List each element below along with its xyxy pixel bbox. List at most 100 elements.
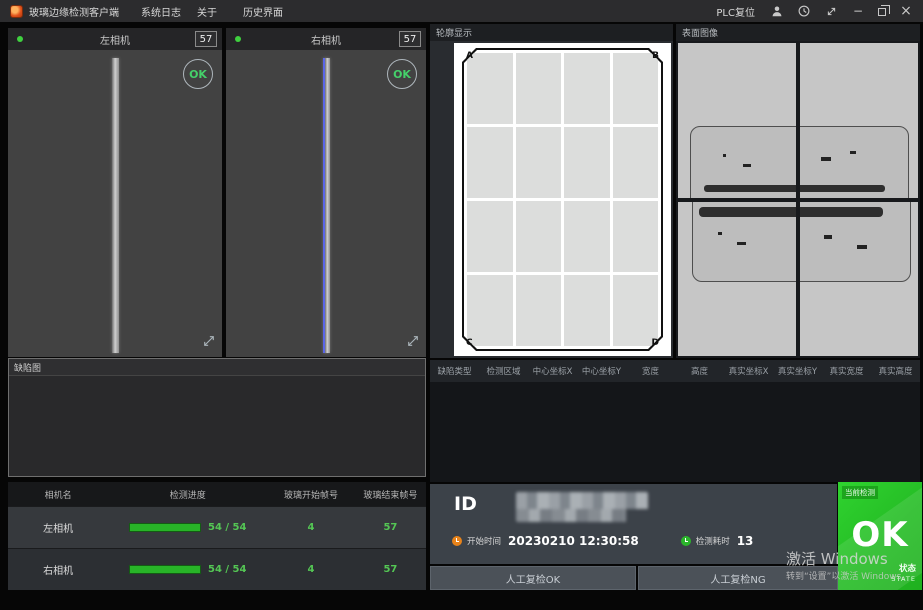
surface-image-bottom-left[interactable] xyxy=(678,202,796,357)
left-camera-header: 左相机 57 xyxy=(8,28,222,50)
col-center-y: 中心坐标Y xyxy=(577,365,626,377)
col-real-y: 真实坐标Y xyxy=(773,365,822,377)
component-band xyxy=(800,185,885,192)
badge-label: 当前检测 xyxy=(842,486,878,499)
table-row[interactable]: 左相机 54 / 54 4 57 xyxy=(8,507,426,548)
col-height: 高度 xyxy=(675,365,724,377)
glass-edge-strip xyxy=(323,58,330,353)
corner-label-b: B xyxy=(652,51,659,61)
left-camera-result-badge: OK xyxy=(183,59,213,89)
restore-button[interactable] xyxy=(878,8,886,16)
right-camera-result-badge: OK xyxy=(387,59,417,89)
camera-status-dot xyxy=(235,36,241,42)
table-row[interactable]: 右相机 54 / 54 4 57 xyxy=(8,549,426,590)
main-window: 玻璃边缘检测客户端 系统日志 关于 历史界面 PLC复位 − × 左相机 57 xyxy=(0,0,923,610)
surface-image-top-left[interactable] xyxy=(678,43,796,198)
contour-panel-title: 轮廓显示 xyxy=(430,24,673,41)
surface-images xyxy=(676,41,920,358)
start-frame-cell: 4 xyxy=(267,564,355,575)
component-mark xyxy=(723,154,726,157)
surface-image-bottom-right[interactable] xyxy=(800,202,918,357)
col-center-x: 中心坐标X xyxy=(528,365,577,377)
component-mark xyxy=(737,242,746,245)
minimize-button[interactable]: − xyxy=(851,4,865,18)
start-time-value: 20230210 12:30:58 xyxy=(508,534,639,548)
col-real-height: 真实高度 xyxy=(871,365,920,377)
surface-panel-title: 表面图像 xyxy=(676,24,920,41)
start-time-clock-icon xyxy=(452,536,462,546)
col-start-frame: 玻璃开始帧号 xyxy=(267,488,355,501)
defect-image-panel: 缺陷图 xyxy=(8,358,426,477)
left-camera-image[interactable]: OK xyxy=(8,50,222,357)
right-camera-panel: 右相机 57 OK xyxy=(226,28,426,357)
end-frame-cell: 57 xyxy=(355,564,426,575)
component-mark xyxy=(850,151,856,154)
resize-icon[interactable] xyxy=(824,4,838,18)
progress-bar xyxy=(129,523,201,532)
progress-text: 54 / 54 xyxy=(208,522,246,533)
windows-watermark-line1: 激活 Windows xyxy=(786,548,888,569)
component-band xyxy=(800,207,883,217)
right-camera-name: 右相机 xyxy=(226,32,426,47)
col-camera-name: 相机名 xyxy=(8,488,108,501)
plc-reset-button[interactable]: PLC复位 xyxy=(716,4,755,19)
expand-icon[interactable] xyxy=(203,332,215,351)
defect-image-title: 缺陷图 xyxy=(9,359,425,376)
left-camera-name: 左相机 xyxy=(8,32,222,47)
corner-label-c: C xyxy=(466,338,473,348)
progress-table: 相机名 检测进度 玻璃开始帧号 玻璃结束帧号 左相机 54 / 54 4 57 … xyxy=(8,482,426,590)
surface-panel: 表面图像 xyxy=(676,24,920,358)
left-camera-frame-count: 57 xyxy=(195,31,217,47)
contour-panel: 轮廓显示 A B C D xyxy=(430,24,673,358)
glass-edge-strip xyxy=(112,58,119,353)
component-mark xyxy=(743,164,751,167)
right-camera-frame-count: 57 xyxy=(399,31,421,47)
camera-name-cell: 右相机 xyxy=(8,562,108,577)
manual-recheck-ok-button[interactable]: 人工复检OK xyxy=(430,566,636,590)
user-icon[interactable] xyxy=(770,4,784,18)
start-frame-cell: 4 xyxy=(267,522,355,533)
col-end-frame: 玻璃结束帧号 xyxy=(355,488,426,501)
camera-status-dot xyxy=(17,36,23,42)
surface-image-top-right[interactable] xyxy=(800,43,918,198)
corner-label-d: D xyxy=(652,338,659,348)
menu-system-log[interactable]: 系统日志 xyxy=(141,4,181,19)
corner-label-a: A xyxy=(466,51,473,61)
right-camera-header: 右相机 57 xyxy=(226,28,426,50)
contour-canvas: A B C D xyxy=(454,43,671,356)
start-time-label: 开始时间 xyxy=(467,535,501,547)
right-camera-image[interactable]: OK xyxy=(226,50,426,357)
contour-display[interactable]: A B C D xyxy=(430,41,673,358)
component-band xyxy=(704,185,796,192)
windows-watermark-line2: 转到“设置”以激活 Windows。 xyxy=(786,569,910,582)
close-button[interactable]: × xyxy=(899,3,913,19)
clock-icon[interactable] xyxy=(797,4,811,18)
progress-text: 54 / 54 xyxy=(208,564,246,575)
left-camera-panel: 左相机 57 OK xyxy=(8,28,222,357)
defect-table-header: 缺陷类型 检测区域 中心坐标X 中心坐标Y 宽度 高度 真实坐标X 真实坐标Y … xyxy=(430,360,920,382)
defect-table: 缺陷类型 检测区域 中心坐标X 中心坐标Y 宽度 高度 真实坐标X 真实坐标Y … xyxy=(430,360,920,482)
camera-name-cell: 左相机 xyxy=(8,520,108,535)
titlebar: 玻璃边缘检测客户端 系统日志 关于 历史界面 PLC复位 − × xyxy=(0,0,923,22)
component-mark xyxy=(857,245,867,249)
glass-grid xyxy=(467,53,658,346)
end-frame-cell: 57 xyxy=(355,522,426,533)
expand-icon[interactable] xyxy=(407,332,419,351)
component-mark xyxy=(824,235,832,239)
col-real-x: 真实坐标X xyxy=(724,365,773,377)
elapsed-label: 检测耗时 xyxy=(696,535,730,547)
elapsed-value: 13 xyxy=(737,534,754,548)
col-real-width: 真实宽度 xyxy=(822,365,871,377)
app-logo-icon xyxy=(10,5,23,18)
component-mark xyxy=(821,157,831,161)
menu-history[interactable]: 历史界面 xyxy=(243,4,283,19)
col-detect-area: 检测区域 xyxy=(479,365,528,377)
progress-bar xyxy=(129,565,201,574)
col-width: 宽度 xyxy=(626,365,675,377)
result-info-panel: ID 开始时间 20230210 12:30:58 检测耗时 13 xyxy=(430,484,837,564)
glass-outline xyxy=(462,48,663,351)
elapsed-clock-icon xyxy=(681,536,691,546)
col-defect-type: 缺陷类型 xyxy=(430,365,479,377)
id-label: ID xyxy=(454,493,477,515)
menu-about[interactable]: 关于 xyxy=(197,4,217,19)
